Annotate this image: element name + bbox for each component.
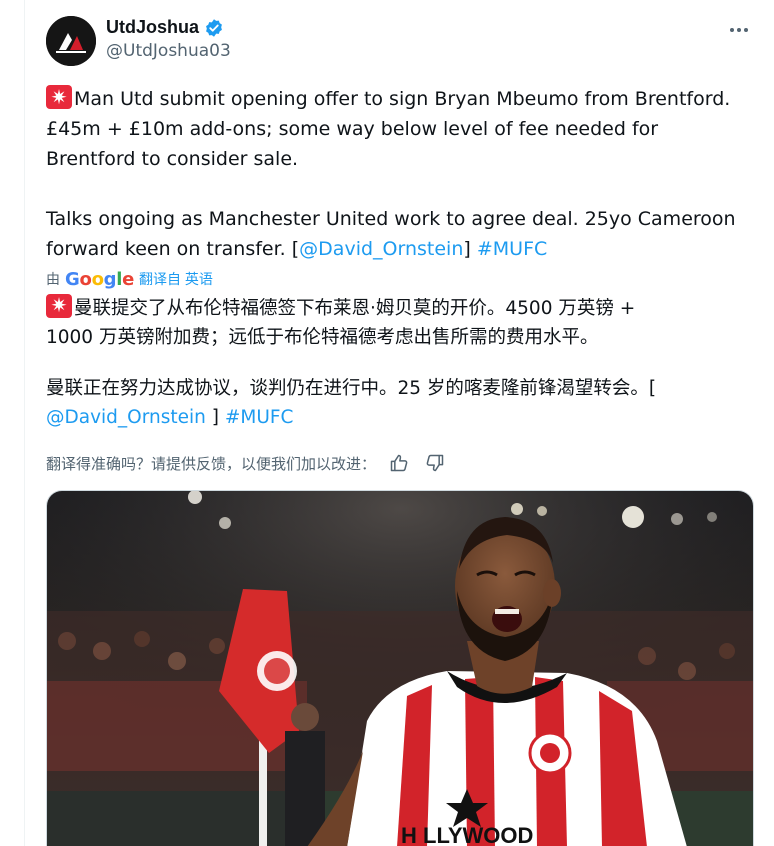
dot-icon (730, 28, 734, 32)
tweet-body: Man Utd submit opening offer to sign Bry… (46, 82, 756, 264)
jersey-sponsor-text: H LLYWOOD (401, 823, 533, 846)
avatar-logo-icon (46, 16, 96, 66)
tweet-line: Brentford to consider sale. (46, 148, 299, 170)
tweet-line: forward keen on transfer. [@David_Ornste… (46, 238, 548, 260)
siren-emoji-icon (46, 291, 72, 320)
hashtag-link[interactable]: #MUFC (225, 407, 294, 428)
tweet-line: Man Utd submit opening offer to sign Bry… (46, 82, 756, 114)
translated-line: 曼联提交了从布伦特福德签下布莱恩·姆贝莫的开价。4500 万英镑 + (46, 291, 756, 323)
mention-link[interactable]: @David_Ornstein (46, 407, 206, 428)
siren-emoji-icon (46, 82, 72, 112)
user-handle[interactable]: @UtdJoshua03 (106, 41, 231, 61)
tweet-photo[interactable]: H LLYWOOD (46, 490, 754, 846)
google-logo: Google (65, 268, 135, 290)
tweet-header: UtdJoshua @UtdJoshua03 (46, 14, 754, 70)
feedback-prompt: 翻译得准确吗？请提供反馈，以便我们加以改进： (46, 455, 377, 473)
translated-line: 1000 万英镑附加费；远低于布伦特福德考虑出售所需的费用水平。 (46, 327, 599, 348)
translated-line: 曼联正在努力达成协议，谈判仍在进行中。25 岁的喀麦隆前锋渴望转会。[ (46, 378, 657, 399)
avatar[interactable] (46, 16, 96, 66)
timeline-border (24, 0, 25, 846)
dot-icon (744, 28, 748, 32)
translated-by-label: 由 (46, 271, 60, 287)
translated-line: @David_Ornstein ] #MUFC (46, 407, 294, 428)
thumbs-down-icon[interactable] (422, 451, 448, 475)
thumbs-up-icon[interactable] (386, 451, 412, 475)
translated-tweet-body: 曼联提交了从布伦特福德签下布莱恩·姆贝莫的开价。4500 万英镑 + 1000 … (46, 291, 756, 432)
tweet-line: £45m + £10m add-ons; some way below leve… (46, 118, 659, 140)
soccer-player-photo-icon: H LLYWOOD (47, 491, 753, 846)
translation-feedback: 翻译得准确吗？请提供反馈，以便我们加以改进： (46, 451, 448, 475)
mention-link[interactable]: @David_Ornstein (299, 238, 463, 260)
verified-badge-icon[interactable] (204, 18, 224, 38)
translation-attribution: 由 Google 翻译自 英语 (46, 268, 213, 290)
translated-from-link[interactable]: 翻译自 英语 (139, 269, 213, 289)
hashtag-link[interactable]: #MUFC (477, 238, 547, 260)
dot-icon (737, 28, 741, 32)
more-options-button[interactable] (724, 18, 754, 42)
display-name[interactable]: UtdJoshua (106, 17, 199, 38)
tweet-line: Talks ongoing as Manchester United work … (46, 208, 736, 230)
